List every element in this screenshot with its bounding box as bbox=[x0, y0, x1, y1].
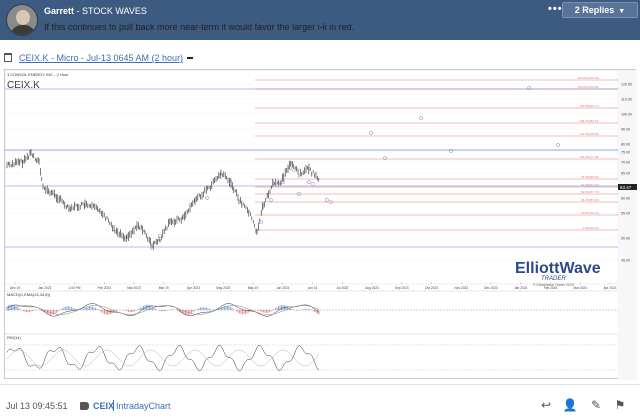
attachment-link[interactable]: CEIX.K - Micro - Jul-13 0645 AM (2 hour) bbox=[19, 53, 183, 63]
avatar[interactable] bbox=[6, 4, 38, 36]
y-tick-label: 110.00 bbox=[621, 98, 632, 102]
y-tick-label: 65.00 bbox=[621, 172, 630, 176]
fib-label: 0.0%(46.66) bbox=[583, 226, 599, 230]
brand-copyright: © ElliottWave Trader 2023 bbox=[533, 283, 574, 287]
author-name[interactable]: Garrett bbox=[44, 6, 74, 16]
post-footer: Jul 13 09:45:51 CEIX IntradayChart ↩ 👤 ✎… bbox=[0, 384, 640, 418]
price-axis bbox=[618, 70, 637, 380]
fib-label: 50.0%(57.73) bbox=[581, 190, 599, 194]
wave-marker bbox=[325, 198, 329, 202]
chart-company-line: 1 CONSOL ENERGY INC - 2 Hour bbox=[7, 72, 69, 77]
fib-label: 23.6%(51.11) bbox=[581, 211, 599, 215]
wave-marker bbox=[288, 166, 292, 170]
edit-icon[interactable]: ✎ bbox=[588, 397, 604, 413]
y-tick-label: 75.00 bbox=[621, 151, 630, 155]
fib-label: 123.6%(78.95) bbox=[579, 132, 599, 136]
post-header: Garrett - STOCK WAVES ••• 2 Replies ▼ If … bbox=[0, 0, 640, 40]
chart-canvas: 1 CONSOL ENERGY INC - 2 Hour CEIX.K 223.… bbox=[5, 70, 637, 380]
fib-label: 38.2%(54.25) bbox=[581, 198, 599, 202]
replies-label: 2 Replies bbox=[574, 5, 615, 15]
x-tick-label: Dec 19 bbox=[10, 286, 20, 290]
y-tick-label: 100.00 bbox=[621, 113, 632, 117]
y-tick-label: 90.00 bbox=[621, 128, 630, 132]
wave-marker bbox=[269, 198, 273, 202]
y-tick-label: 80.00 bbox=[621, 143, 630, 147]
x-tick-label: Mar 19 bbox=[159, 286, 169, 290]
y-tick-label: 120.00 bbox=[621, 83, 632, 87]
red-wave-marker bbox=[311, 182, 315, 186]
author-separator: - bbox=[74, 6, 83, 16]
x-tick-label: Mar 2024 bbox=[574, 286, 588, 290]
wave-marker bbox=[369, 131, 373, 135]
rsi-label: RSI(14) bbox=[7, 335, 21, 340]
post-author: Garrett - STOCK WAVES bbox=[44, 6, 147, 16]
chevron-down-icon: ▼ bbox=[618, 8, 626, 15]
wave-marker bbox=[307, 180, 311, 184]
tag-chart-link[interactable]: IntradayChart bbox=[116, 401, 171, 411]
fib-label: 138.2%(83.47) bbox=[579, 119, 599, 123]
x-tick-label: Sep 2023 bbox=[395, 286, 409, 290]
minus-icon[interactable] bbox=[187, 57, 194, 59]
attachment-row: CEIX.K - Micro - Jul-13 0645 AM (2 hour) bbox=[4, 53, 194, 65]
x-tick-label: Mar 2023 bbox=[127, 286, 141, 290]
y-tick-label: 45.00 bbox=[621, 259, 630, 263]
x-tick-label: Feb 2023 bbox=[98, 286, 112, 290]
rsi-series bbox=[6, 344, 320, 372]
y-tick-label: 70.00 bbox=[621, 161, 630, 165]
post-timestamp: Jul 13 09:45:51 bbox=[6, 401, 68, 411]
brand-line-2: TRADER bbox=[541, 276, 566, 282]
fib-label: 161.8%(90.77) bbox=[579, 104, 599, 108]
x-tick-label: Jun 16 bbox=[308, 286, 318, 290]
x-tick-label: Nov 2023 bbox=[454, 286, 468, 290]
flag-icon[interactable]: ⚑ bbox=[612, 397, 628, 413]
last-price-label: 63.47 bbox=[620, 185, 632, 190]
wave-labels bbox=[150, 86, 560, 250]
y-tick-label: 55.00 bbox=[621, 212, 630, 216]
fib-label: 200.0%(100.82) bbox=[578, 85, 599, 89]
x-axis-labels: Dec 19 Jan 2023 1:00 PM Feb 2023 Mar 2023 Mar… bbox=[10, 282, 617, 290]
x-tick-label: Apr 2024 bbox=[604, 286, 617, 290]
add-user-icon[interactable]: 👤 bbox=[562, 397, 578, 413]
post-message: If this continues to pull back more near… bbox=[44, 22, 355, 32]
tag-divider bbox=[113, 400, 114, 411]
x-tick-label: Jan 2024 bbox=[514, 286, 527, 290]
fib-label: 100.0%(72.28) bbox=[579, 155, 599, 159]
fib-label: 61.8%(61.22) bbox=[581, 183, 599, 187]
brand-watermark: ElliottWave TRADER © ElliottWave Trader … bbox=[515, 260, 601, 287]
fib-label: 76.4%(65.20) bbox=[581, 175, 599, 179]
replies-button[interactable]: 2 Replies ▼ bbox=[562, 2, 638, 18]
macd-label: MACD(C,EMA(13,34,8)) bbox=[7, 292, 51, 297]
x-tick-label: 1:00 PM bbox=[69, 286, 81, 290]
price-series bbox=[6, 149, 320, 250]
x-tick-label: Oct 2023 bbox=[425, 286, 438, 290]
wave-marker bbox=[419, 116, 423, 120]
x-tick-label: Aug 2023 bbox=[365, 286, 379, 290]
x-tick-label: Dec 2023 bbox=[484, 286, 498, 290]
wave-marker bbox=[281, 180, 285, 184]
fib-levels: 223.6%(109.39) 200.0%(100.82) 161.8%(90.77… bbox=[255, 76, 618, 231]
trash-icon[interactable] bbox=[4, 53, 12, 62]
price-pane bbox=[5, 70, 619, 285]
more-dots-icon[interactable]: ••• bbox=[548, 3, 563, 15]
chart-symbol-title: CEIX.K bbox=[7, 80, 40, 91]
fib-label: 223.6%(109.39) bbox=[578, 76, 599, 80]
thread-title[interactable]: STOCK WAVES bbox=[82, 6, 147, 16]
x-tick-label: May 19 bbox=[248, 286, 259, 290]
y-tick-label: 60.00 bbox=[621, 197, 630, 201]
x-tick-label: May 2023 bbox=[216, 286, 230, 290]
y-tick-label: 50.00 bbox=[621, 237, 630, 241]
x-tick-label: Jun 2023 bbox=[276, 286, 289, 290]
x-tick-label: Jul 2023 bbox=[336, 286, 348, 290]
reply-icon[interactable]: ↩ bbox=[538, 397, 554, 413]
x-tick-label: Apr 2023 bbox=[187, 286, 200, 290]
chart-image[interactable]: 1 CONSOL ENERGY INC - 2 Hour CEIX.K 223.… bbox=[4, 69, 637, 380]
tag-symbol-link[interactable]: CEIX bbox=[93, 401, 114, 411]
x-tick-label: Jan 2023 bbox=[38, 286, 51, 290]
tag-icon bbox=[80, 402, 89, 410]
brand-line-1: ElliottWave bbox=[515, 260, 601, 277]
